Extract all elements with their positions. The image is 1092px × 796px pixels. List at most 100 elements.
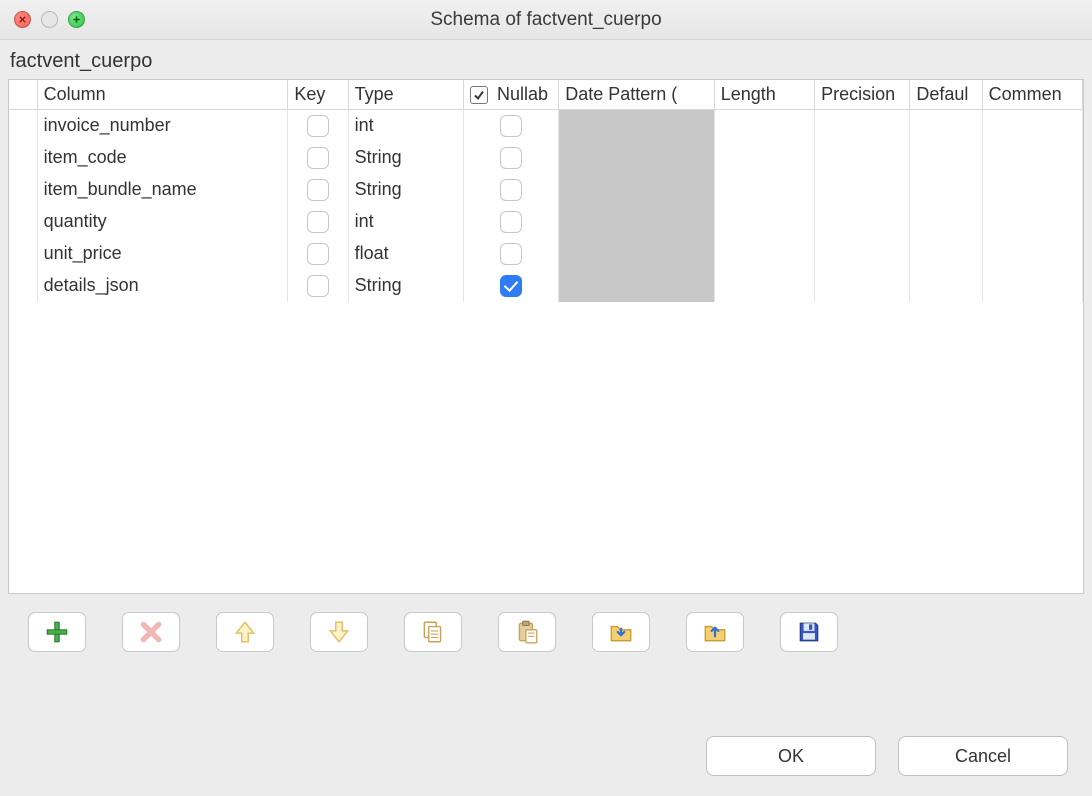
cell-comment[interactable]: [982, 110, 1082, 142]
move-down-button[interactable]: [310, 612, 368, 652]
cell-length[interactable]: [714, 270, 814, 302]
column-header-precision[interactable]: Precision: [815, 80, 910, 110]
cell-default[interactable]: [910, 174, 982, 206]
cancel-button[interactable]: Cancel: [898, 736, 1068, 776]
cell-default[interactable]: [910, 206, 982, 238]
row-handle[interactable]: [9, 270, 37, 302]
cell-nullable[interactable]: [463, 174, 558, 206]
delete-row-button[interactable]: [122, 612, 180, 652]
cell-precision[interactable]: [815, 142, 910, 174]
cell-column[interactable]: item_bundle_name: [37, 174, 288, 206]
cell-column[interactable]: unit_price: [37, 238, 288, 270]
cell-type[interactable]: String: [348, 142, 463, 174]
column-header-comment[interactable]: Commen: [982, 80, 1082, 110]
cell-date-pattern[interactable]: [559, 174, 715, 206]
row-handle[interactable]: [9, 110, 37, 142]
cell-date-pattern[interactable]: [559, 238, 715, 270]
column-header-length[interactable]: Length: [714, 80, 814, 110]
column-header-type[interactable]: Type: [348, 80, 463, 110]
key-checkbox[interactable]: [307, 275, 329, 297]
nullable-checkbox[interactable]: [500, 147, 522, 169]
cell-comment[interactable]: [982, 206, 1082, 238]
table-row[interactable]: details_json String: [9, 270, 1083, 302]
cell-column[interactable]: details_json: [37, 270, 288, 302]
cell-column[interactable]: quantity: [37, 206, 288, 238]
cell-default[interactable]: [910, 270, 982, 302]
cell-precision[interactable]: [815, 270, 910, 302]
nullable-checkbox[interactable]: [500, 211, 522, 233]
copy-button[interactable]: [404, 612, 462, 652]
key-checkbox[interactable]: [307, 211, 329, 233]
row-handle[interactable]: [9, 206, 37, 238]
cell-precision[interactable]: [815, 238, 910, 270]
table-row[interactable]: invoice_number int: [9, 110, 1083, 142]
cell-comment[interactable]: [982, 238, 1082, 270]
key-checkbox[interactable]: [307, 243, 329, 265]
cell-key[interactable]: [288, 270, 348, 302]
cell-default[interactable]: [910, 142, 982, 174]
cell-key[interactable]: [288, 110, 348, 142]
column-header-column[interactable]: Column: [37, 80, 288, 110]
cell-date-pattern[interactable]: [559, 110, 715, 142]
key-checkbox[interactable]: [307, 115, 329, 137]
cell-nullable[interactable]: [463, 238, 558, 270]
move-up-button[interactable]: [216, 612, 274, 652]
cell-length[interactable]: [714, 238, 814, 270]
cell-column[interactable]: invoice_number: [37, 110, 288, 142]
cell-type[interactable]: int: [348, 110, 463, 142]
column-header-key[interactable]: Key: [288, 80, 348, 110]
column-header-default[interactable]: Defaul: [910, 80, 982, 110]
cell-nullable[interactable]: [463, 142, 558, 174]
table-row[interactable]: item_bundle_name String: [9, 174, 1083, 206]
cell-date-pattern[interactable]: [559, 206, 715, 238]
cell-nullable[interactable]: [463, 270, 558, 302]
paste-button[interactable]: [498, 612, 556, 652]
key-checkbox[interactable]: [307, 147, 329, 169]
nullable-checkbox[interactable]: [500, 179, 522, 201]
cell-default[interactable]: [910, 110, 982, 142]
cell-key[interactable]: [288, 238, 348, 270]
row-handle[interactable]: [9, 174, 37, 206]
nullable-checkbox[interactable]: [500, 243, 522, 265]
key-checkbox[interactable]: [307, 179, 329, 201]
row-handle[interactable]: [9, 142, 37, 174]
window-minimize-button[interactable]: [41, 11, 58, 28]
cell-type[interactable]: String: [348, 174, 463, 206]
cell-comment[interactable]: [982, 174, 1082, 206]
cell-precision[interactable]: [815, 206, 910, 238]
export-button[interactable]: [686, 612, 744, 652]
cell-type[interactable]: int: [348, 206, 463, 238]
cell-type[interactable]: String: [348, 270, 463, 302]
ok-button[interactable]: OK: [706, 736, 876, 776]
cell-length[interactable]: [714, 142, 814, 174]
cell-date-pattern[interactable]: [559, 270, 715, 302]
table-row[interactable]: unit_price float: [9, 238, 1083, 270]
window-zoom-button[interactable]: [68, 11, 85, 28]
cell-length[interactable]: [714, 174, 814, 206]
save-button[interactable]: [780, 612, 838, 652]
table-row[interactable]: item_code String: [9, 142, 1083, 174]
import-button[interactable]: [592, 612, 650, 652]
cell-comment[interactable]: [982, 142, 1082, 174]
cell-key[interactable]: [288, 206, 348, 238]
column-header-date-pattern[interactable]: Date Pattern (: [559, 80, 715, 110]
cell-key[interactable]: [288, 174, 348, 206]
add-row-button[interactable]: [28, 612, 86, 652]
cell-length[interactable]: [714, 110, 814, 142]
cell-precision[interactable]: [815, 110, 910, 142]
cell-date-pattern[interactable]: [559, 142, 715, 174]
cell-type[interactable]: float: [348, 238, 463, 270]
nullable-header-checkbox[interactable]: [470, 86, 488, 104]
cell-nullable[interactable]: [463, 110, 558, 142]
column-header-nullable[interactable]: Nullab: [463, 80, 558, 110]
cell-column[interactable]: item_code: [37, 142, 288, 174]
cell-nullable[interactable]: [463, 206, 558, 238]
nullable-checkbox[interactable]: [500, 275, 522, 297]
cell-key[interactable]: [288, 142, 348, 174]
cell-comment[interactable]: [982, 270, 1082, 302]
row-handle[interactable]: [9, 238, 37, 270]
window-close-button[interactable]: [14, 11, 31, 28]
table-row[interactable]: quantity int: [9, 206, 1083, 238]
cell-length[interactable]: [714, 206, 814, 238]
cell-precision[interactable]: [815, 174, 910, 206]
